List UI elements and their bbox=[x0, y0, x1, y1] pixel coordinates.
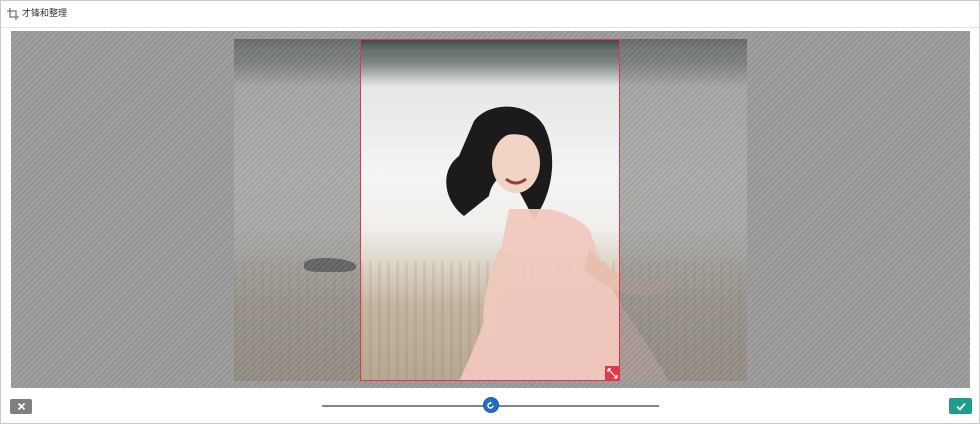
crop-selection-box[interactable] bbox=[360, 39, 620, 381]
dialog-title: 才锋和整理 bbox=[22, 9, 68, 19]
close-icon bbox=[17, 402, 25, 411]
checkmark-icon bbox=[955, 402, 966, 411]
crop-mask-right bbox=[620, 39, 747, 381]
rotate-icon bbox=[487, 401, 494, 409]
crop-mask-left bbox=[234, 39, 360, 381]
confirm-button[interactable] bbox=[949, 398, 972, 414]
dialog-titlebar: 才锋和整理 bbox=[1, 1, 979, 28]
crop-icon bbox=[7, 8, 19, 20]
resize-diagonal-icon bbox=[607, 368, 618, 379]
cancel-button[interactable] bbox=[10, 399, 32, 414]
zoom-slider-thumb[interactable] bbox=[483, 398, 498, 412]
dialog-footer bbox=[1, 391, 979, 423]
crop-resize-handle[interactable] bbox=[605, 366, 620, 381]
crop-dialog: 才锋和整理 bbox=[0, 0, 980, 424]
crop-canvas[interactable] bbox=[11, 31, 970, 388]
zoom-slider[interactable] bbox=[322, 398, 659, 412]
